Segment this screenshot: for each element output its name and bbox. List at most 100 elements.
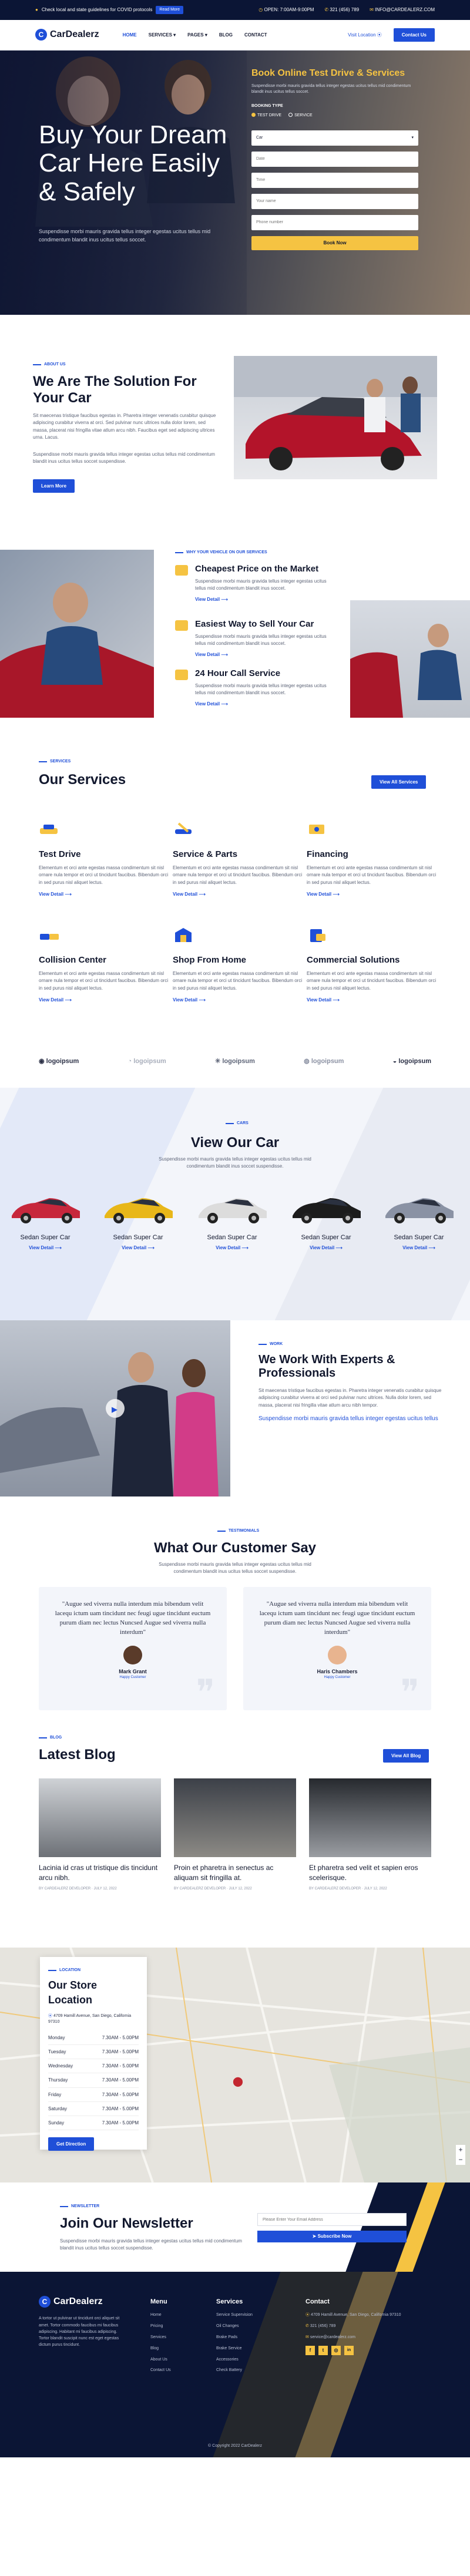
arrow-right-icon: ⟶ (199, 892, 206, 897)
arrow-right-icon: ⟶ (147, 1245, 155, 1250)
view-detail-link[interactable]: View Detail ⟶ (307, 997, 437, 1003)
footer-menu-link[interactable]: About Us (150, 2357, 171, 2363)
view-all-blog-button[interactable]: View All Blog (383, 1749, 429, 1763)
nav-contact[interactable]: CONTACT (244, 32, 267, 38)
chevron-down-icon: ▾ (173, 32, 176, 38)
partner-logo: ◔ logoipsum (128, 1057, 166, 1066)
testimonial-card: "Augue sed viverra nulla interdum mia bi… (243, 1587, 431, 1710)
radio-test-drive[interactable]: TEST DRIVE (251, 113, 281, 117)
logo[interactable]: C CarDealerz (35, 28, 99, 41)
read-more-link[interactable]: Read More (156, 6, 184, 14)
car-card[interactable]: Sedan Super Car View Detail ⟶ (100, 1191, 176, 1251)
name-field[interactable] (251, 193, 418, 209)
why-item-title: Cheapest Price on the Market (195, 564, 319, 574)
view-detail-link[interactable]: View Detail ⟶ (288, 1245, 364, 1251)
nav-pages-label: PAGES (187, 32, 204, 38)
footer-service-link[interactable]: Brake Service (216, 2346, 253, 2352)
day-name: Saturday (48, 2106, 68, 2111)
newsletter-section: NEWSLETTER Join Our Newsletter Suspendis… (0, 2182, 470, 2272)
facebook-icon[interactable]: f (306, 2345, 315, 2355)
info-icon: ● (35, 7, 38, 13)
view-detail-link[interactable]: View Detail ⟶ (195, 651, 329, 658)
blog-card[interactable]: Proin et pharetra in senectus ac aliquam… (174, 1778, 296, 1891)
phone[interactable]: ✆ 321 (456) 789 (324, 6, 359, 13)
booking-type-label: BOOKING TYPE (251, 103, 283, 108)
view-detail-link[interactable]: View Detail ⟶ (381, 1245, 457, 1251)
contact-us-button[interactable]: Contact Us (393, 28, 435, 42)
radio-service[interactable]: SERVICE (288, 113, 313, 117)
linkedin-icon[interactable]: in (344, 2345, 354, 2355)
nav-pages[interactable]: PAGES ▾ (187, 32, 207, 38)
partner-logo: ◉ logoipsum (39, 1057, 79, 1066)
nav-home[interactable]: HOME (123, 32, 137, 38)
view-all-services-button[interactable]: View All Services (371, 775, 427, 789)
day-name: Tuesday (48, 2049, 66, 2054)
phone-field[interactable] (251, 214, 418, 230)
collision-icon (39, 927, 60, 943)
time-field[interactable] (251, 172, 418, 188)
subscribe-button[interactable]: ➤ Subscribe Now (257, 2231, 407, 2242)
service-title: Shop From Home (173, 955, 247, 965)
view-detail-link[interactable]: View Detail ⟶ (100, 1245, 176, 1251)
car-card[interactable]: Sedan Super Car View Detail ⟶ (381, 1191, 457, 1251)
partner-logo: ◒ logoipsum (393, 1057, 431, 1066)
view-detail-link[interactable]: View Detail ⟶ (173, 997, 303, 1003)
car-card[interactable]: Sedan Super Car View Detail ⟶ (194, 1191, 270, 1251)
link-label: View Detail (173, 997, 198, 1003)
subscribe-label: Subscribe Now (317, 2234, 352, 2239)
view-detail-link[interactable]: View Detail ⟶ (39, 997, 169, 1003)
learn-more-button[interactable]: Learn More (33, 479, 75, 493)
book-now-button[interactable]: Book Now (251, 236, 418, 250)
footer-menu-link[interactable]: Home (150, 2312, 171, 2318)
view-detail-link[interactable]: View Detail ⟶ (307, 891, 437, 897)
get-direction-button[interactable]: Get Direction (48, 2137, 95, 2151)
footer-service-link[interactable]: Service Supervision (216, 2312, 253, 2318)
copyright: © Copyright 2022 CarDealerz (208, 2444, 262, 2448)
footer-service-link[interactable]: Brake Pads (216, 2335, 253, 2340)
view-detail-link[interactable]: View Detail ⟶ (195, 701, 329, 707)
view-detail-link[interactable]: View Detail ⟶ (173, 891, 303, 897)
footer-logo[interactable]: C CarDealerz (39, 2295, 127, 2308)
view-detail-link[interactable]: View Detail ⟶ (195, 596, 329, 603)
nav-blog[interactable]: BLOG (219, 32, 233, 38)
view-detail-link[interactable]: View Detail ⟶ (194, 1245, 270, 1251)
footer-menu-link[interactable]: Services (150, 2335, 171, 2340)
why-item: Easiest Way to Sell Your Car Suspendisse… (175, 619, 329, 658)
email-text: INFO@CARDEALERZ.COM (375, 7, 435, 13)
day-name: Sunday (48, 2120, 65, 2126)
instagram-icon[interactable]: ◎ (331, 2345, 341, 2355)
footer-service-link[interactable]: Accessories (216, 2357, 253, 2363)
header: C CarDealerz HOME SERVICES ▾ PAGES ▾ BLOG… (0, 20, 470, 51)
zoom-out-button[interactable]: − (456, 2155, 465, 2165)
footer-service-link[interactable]: Check Battery (216, 2368, 253, 2373)
footer-email[interactable]: ✉ service@cardealerz.com (306, 2335, 429, 2340)
play-video-icon[interactable]: ▶ (112, 1404, 118, 1415)
date-field[interactable] (251, 151, 418, 167)
newsletter-email-input[interactable] (257, 2213, 407, 2226)
location-pin-icon[interactable]: ⬤ (233, 2076, 243, 2089)
service-card: Test Drive Elementum et orci ante egesta… (39, 821, 169, 897)
footer-email-text: service@cardealerz.com (310, 2335, 355, 2339)
view-detail-link[interactable]: View Detail ⟶ (7, 1245, 83, 1251)
footer-service-link[interactable]: Oil Changes (216, 2323, 253, 2329)
logo-mark-icon: C (39, 2296, 51, 2308)
visit-location-link[interactable]: Visit Location ⦿ (348, 32, 382, 38)
footer-menu-link[interactable]: Blog (150, 2346, 171, 2352)
view-detail-link[interactable]: View Detail ⟶ (39, 891, 169, 897)
location-section[interactable]: ⬤ + − LOCATION Our Store Location ⦿ 4709 … (0, 1948, 470, 2182)
why-item: Cheapest Price on the Market Suspendisse… (175, 564, 329, 603)
nav-services[interactable]: SERVICES ▾ (149, 32, 176, 38)
email[interactable]: ✉ INFO@CARDEALERZ.COM (370, 6, 435, 13)
car-card[interactable]: Sedan Super Car View Detail ⟶ (7, 1191, 83, 1251)
blog-card[interactable]: Lacinia id cras ut tristique dis tincidu… (39, 1778, 161, 1891)
footer-menu-link[interactable]: Pricing (150, 2323, 171, 2329)
footer-menu-link[interactable]: Contact Us (150, 2368, 171, 2373)
twitter-icon[interactable]: t (318, 2345, 328, 2355)
car-select[interactable]: Car ▾ (251, 130, 418, 146)
mechanic-photo-graphic (350, 624, 462, 718)
car-card[interactable]: Sedan Super Car View Detail ⟶ (288, 1191, 364, 1251)
hours-row: Monday 7.30AM - 5.00PM (48, 2031, 139, 2045)
zoom-in-button[interactable]: + (456, 2145, 465, 2155)
footer-phone[interactable]: ✆ 321 (456) 789 (306, 2323, 429, 2329)
blog-card[interactable]: Et pharetra sed velit et sapien eros sce… (309, 1778, 431, 1891)
